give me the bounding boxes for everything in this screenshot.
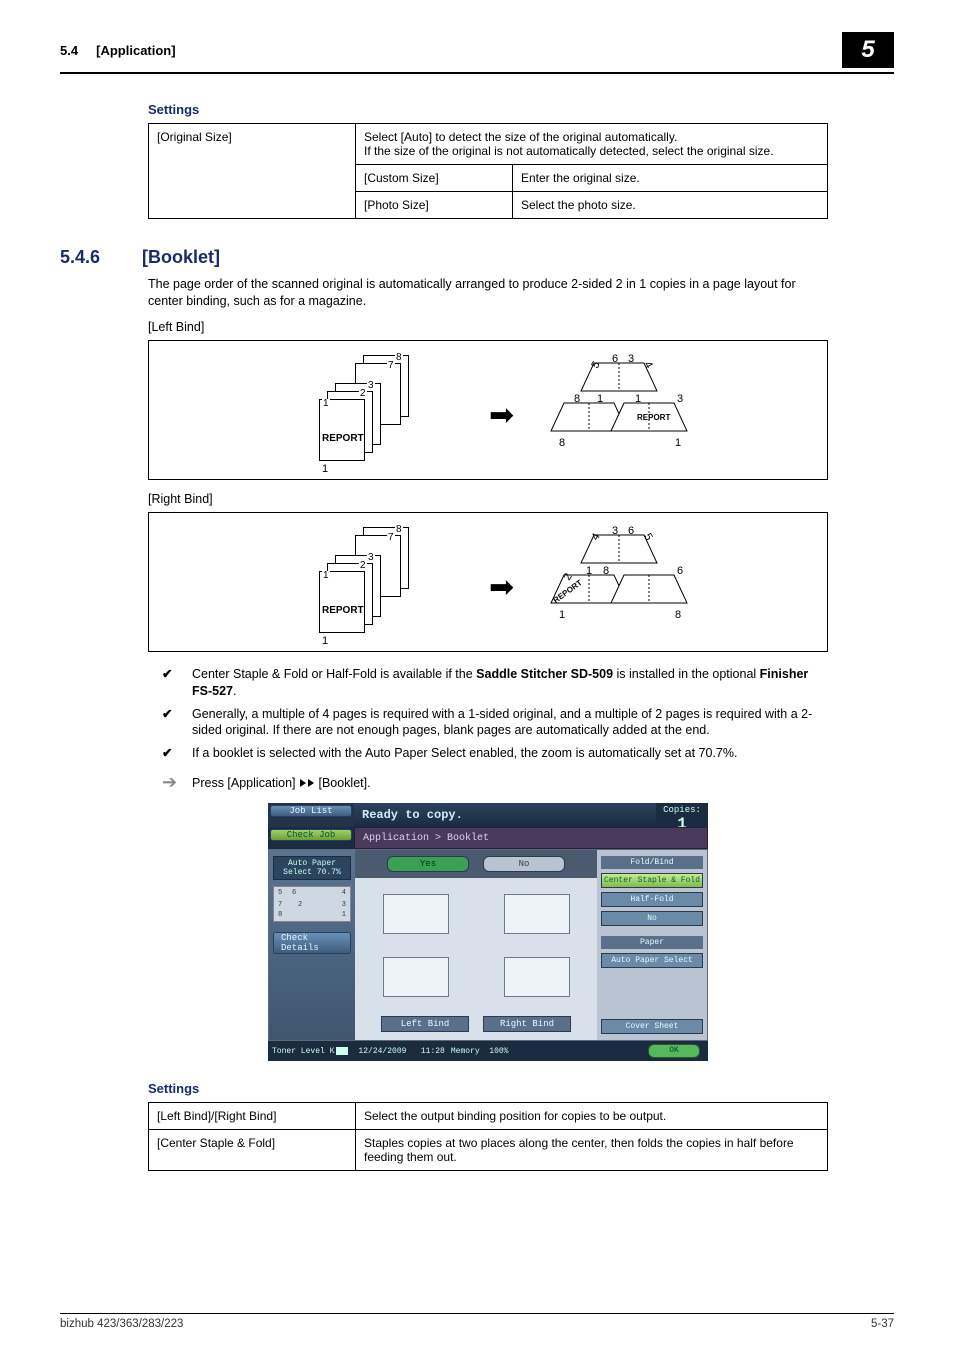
header-divider bbox=[60, 72, 894, 74]
left-bind-diagram: 8 7 3 2 1 REPORT 1 ➡ bbox=[148, 340, 828, 480]
footer-page: 5-37 bbox=[871, 1318, 894, 1330]
note-3: If a booklet is selected with the Auto P… bbox=[192, 745, 737, 762]
memory-label: Memory bbox=[451, 1047, 480, 1056]
original-size-desc: Select [Auto] to detect the size of the … bbox=[356, 124, 828, 165]
arrow-icon: ➡ bbox=[489, 573, 514, 603]
memory-value: 100% bbox=[489, 1047, 508, 1056]
note-2: Generally, a multiple of 4 pages is requ… bbox=[192, 706, 828, 740]
photo-size-key: [Photo Size] bbox=[356, 192, 513, 219]
booklet-intro: The page order of the scanned original i… bbox=[148, 276, 828, 310]
step-arrow-icon: ➔ bbox=[162, 772, 178, 793]
layout-thumb: 564 723 81 bbox=[273, 886, 351, 922]
row-center-staple-val: Staples copies at two places along the c… bbox=[356, 1130, 828, 1171]
custom-size-val: Enter the original size. bbox=[513, 165, 828, 192]
chapter-number-badge: 5 bbox=[842, 32, 894, 68]
cover-sheet-button[interactable]: Cover Sheet bbox=[601, 1019, 703, 1034]
ok-button[interactable]: OK bbox=[648, 1044, 700, 1058]
settings-heading: Settings bbox=[148, 102, 828, 117]
left-bind-preview-1 bbox=[383, 894, 449, 934]
half-fold-button[interactable]: Half-Fold bbox=[601, 892, 703, 907]
no-button[interactable]: No bbox=[483, 856, 565, 872]
right-bind-label: [Right Bind] bbox=[148, 492, 828, 506]
check-icon: ✔ bbox=[162, 706, 178, 740]
row-center-staple-key: [Center Staple & Fold] bbox=[149, 1130, 356, 1171]
row-left-right-bind-val: Select the output binding position for c… bbox=[356, 1103, 828, 1130]
ready-title: Ready to copy. bbox=[354, 803, 656, 827]
check-job-button[interactable]: Check Job bbox=[270, 829, 352, 841]
left-bind-label: [Left Bind] bbox=[148, 320, 828, 334]
note-1: Center Staple & Fold or Half-Fold is ava… bbox=[192, 666, 828, 700]
status-time: 11:28 bbox=[421, 1047, 445, 1056]
check-icon: ✔ bbox=[162, 666, 178, 700]
settings-table-2: [Left Bind]/[Right Bind] Select the outp… bbox=[148, 1102, 828, 1171]
settings-heading-2: Settings bbox=[148, 1081, 828, 1096]
left-bind-preview-2 bbox=[383, 957, 449, 997]
photo-size-val: Select the photo size. bbox=[513, 192, 828, 219]
original-size-cell: [Original Size] bbox=[149, 124, 356, 219]
copies-label: Copies: bbox=[663, 805, 701, 815]
fold-bind-header: Fold/Bind bbox=[601, 856, 703, 869]
arrow-icon: ➡ bbox=[489, 401, 514, 431]
toner-level: Toner Level K bbox=[272, 1047, 334, 1056]
footer-model: bizhub 423/363/283/223 bbox=[60, 1318, 183, 1330]
header-section-title: [Application] bbox=[96, 43, 175, 58]
right-bind-button[interactable]: Right Bind bbox=[483, 1016, 571, 1032]
header-section-num: 5.4 bbox=[60, 43, 78, 58]
check-details-button[interactable]: Check Details bbox=[273, 932, 351, 954]
row-left-right-bind-key: [Left Bind]/[Right Bind] bbox=[149, 1103, 356, 1130]
subsection-number: 5.4.6 bbox=[60, 247, 120, 268]
auto-paper-select-info: Auto Paper Select 70.7% bbox=[273, 856, 351, 880]
job-list-button[interactable]: Job List bbox=[270, 805, 352, 817]
status-date: 12/24/2009 bbox=[358, 1047, 406, 1056]
right-bind-preview-2 bbox=[504, 957, 570, 997]
auto-paper-select-button[interactable]: Auto Paper Select bbox=[601, 953, 703, 968]
right-bind-diagram: 8 7 3 2 1 REPORT 1 ➡ bbox=[148, 512, 828, 652]
no-fold-button[interactable]: No bbox=[601, 911, 703, 926]
breadcrumb: Application > Booklet bbox=[354, 827, 708, 849]
device-screenshot: Job List Ready to copy. Copies: 1 Check … bbox=[268, 803, 708, 1061]
left-bind-button[interactable]: Left Bind bbox=[381, 1016, 469, 1032]
yes-button[interactable]: Yes bbox=[387, 856, 469, 872]
center-staple-fold-button[interactable]: Center Staple & Fold bbox=[601, 873, 703, 888]
settings-table-1: [Original Size] Select [Auto] to detect … bbox=[148, 123, 828, 219]
step-text: Press [Application] [Booklet]. bbox=[192, 776, 371, 790]
check-icon: ✔ bbox=[162, 745, 178, 762]
right-bind-preview-1 bbox=[504, 894, 570, 934]
custom-size-key: [Custom Size] bbox=[356, 165, 513, 192]
paper-header: Paper bbox=[601, 936, 703, 949]
subsection-title: [Booklet] bbox=[142, 247, 220, 268]
